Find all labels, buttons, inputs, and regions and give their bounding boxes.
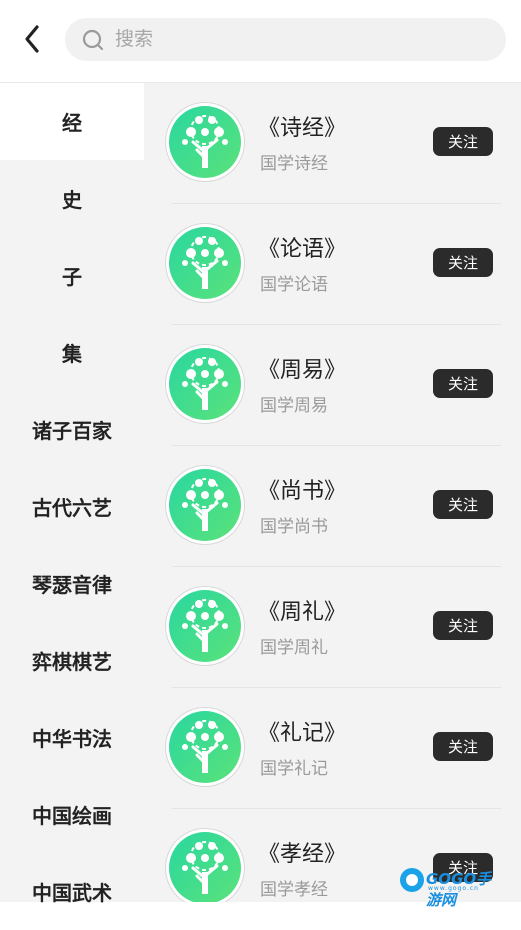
tree-icon bbox=[169, 227, 241, 299]
sidebar-item-zi[interactable]: 子 bbox=[0, 237, 144, 314]
follow-button[interactable]: 关注 bbox=[433, 732, 493, 761]
book-avatar bbox=[166, 345, 244, 423]
list-item[interactable]: 《周易》 国学周易 关注 bbox=[144, 325, 521, 446]
tree-icon bbox=[169, 590, 241, 662]
chevron-left-icon bbox=[25, 25, 39, 53]
follow-button[interactable]: 关注 bbox=[433, 369, 493, 398]
book-subtitle: 国学诗经 bbox=[260, 154, 328, 174]
sidebar-item-zhuzi-baijia[interactable]: 诸子百家 bbox=[0, 391, 144, 468]
book-subtitle: 国学论语 bbox=[260, 275, 328, 295]
tree-icon bbox=[169, 469, 241, 541]
book-avatar bbox=[166, 224, 244, 302]
follow-button[interactable]: 关注 bbox=[433, 127, 493, 156]
book-title: 《论语》 bbox=[258, 237, 347, 262]
follow-button[interactable]: 关注 bbox=[433, 611, 493, 640]
category-sidebar: 经 史 子 集 诸子百家 古代六艺 琴瑟音律 弈棋棋艺 中华书法 中国绘画 中国… bbox=[0, 83, 144, 905]
follow-button[interactable]: 关注 bbox=[433, 490, 493, 519]
book-subtitle: 国学周易 bbox=[260, 396, 328, 416]
sidebar-item-zhongguo-huihua[interactable]: 中国绘画 bbox=[0, 776, 144, 853]
back-button[interactable] bbox=[18, 22, 48, 56]
sidebar-item-jing[interactable]: 经 bbox=[0, 83, 144, 160]
tree-icon bbox=[169, 711, 241, 783]
list-item[interactable]: 《尚书》 国学尚书 关注 bbox=[144, 446, 521, 567]
book-subtitle: 国学周礼 bbox=[260, 638, 328, 658]
book-avatar bbox=[166, 466, 244, 544]
book-title: 《诗经》 bbox=[258, 116, 347, 141]
search-placeholder: 搜索 bbox=[115, 28, 154, 50]
list-item[interactable]: 《诗经》 国学诗经 关注 bbox=[144, 83, 521, 204]
sidebar-item-ji[interactable]: 集 bbox=[0, 314, 144, 391]
book-subtitle: 国学孝经 bbox=[260, 880, 328, 900]
sidebar-item-yiqi-qiyi[interactable]: 弈棋棋艺 bbox=[0, 622, 144, 699]
sidebar-item-zhonghua-shufa[interactable]: 中华书法 bbox=[0, 699, 144, 776]
list-item[interactable]: 《论语》 国学论语 关注 bbox=[144, 204, 521, 325]
book-avatar bbox=[166, 587, 244, 665]
list-item[interactable]: 《礼记》 国学礼记 关注 bbox=[144, 688, 521, 809]
sidebar-item-gudai-liuyi[interactable]: 古代六艺 bbox=[0, 468, 144, 545]
watermark-url: www.gogo.cn bbox=[428, 885, 479, 892]
book-avatar bbox=[166, 829, 244, 902]
sidebar-item-shi[interactable]: 史 bbox=[0, 160, 144, 237]
book-avatar bbox=[166, 103, 244, 181]
sidebar-item-qinse-yinlv[interactable]: 琴瑟音律 bbox=[0, 545, 144, 622]
header-bar: 搜索 bbox=[0, 0, 521, 83]
book-title: 《孝经》 bbox=[258, 842, 347, 867]
list-item[interactable]: 《周礼》 国学周礼 关注 bbox=[144, 567, 521, 688]
search-box[interactable]: 搜索 bbox=[65, 18, 506, 61]
follow-button[interactable]: 关注 bbox=[433, 248, 493, 277]
book-title: 《周礼》 bbox=[258, 600, 347, 625]
book-subtitle: 国学礼记 bbox=[260, 759, 328, 779]
watermark-circle-icon bbox=[400, 868, 424, 892]
tree-icon bbox=[169, 348, 241, 420]
book-title: 《尚书》 bbox=[258, 479, 347, 504]
watermark-logo: GOGO手游网 www.gogo.cn bbox=[400, 866, 502, 909]
book-title: 《礼记》 bbox=[258, 721, 347, 746]
tree-icon bbox=[169, 832, 241, 902]
sidebar-item-zhongguo-wushu[interactable]: 中国武术 bbox=[0, 853, 144, 930]
book-avatar bbox=[166, 708, 244, 786]
book-subtitle: 国学尚书 bbox=[260, 517, 328, 537]
search-icon bbox=[82, 29, 104, 51]
tree-icon bbox=[169, 106, 241, 178]
book-list: 《诗经》 国学诗经 关注 《论语》 国学论语 关注 《周易》 国学周易 关注 《… bbox=[144, 83, 521, 902]
book-title: 《周易》 bbox=[258, 358, 347, 383]
